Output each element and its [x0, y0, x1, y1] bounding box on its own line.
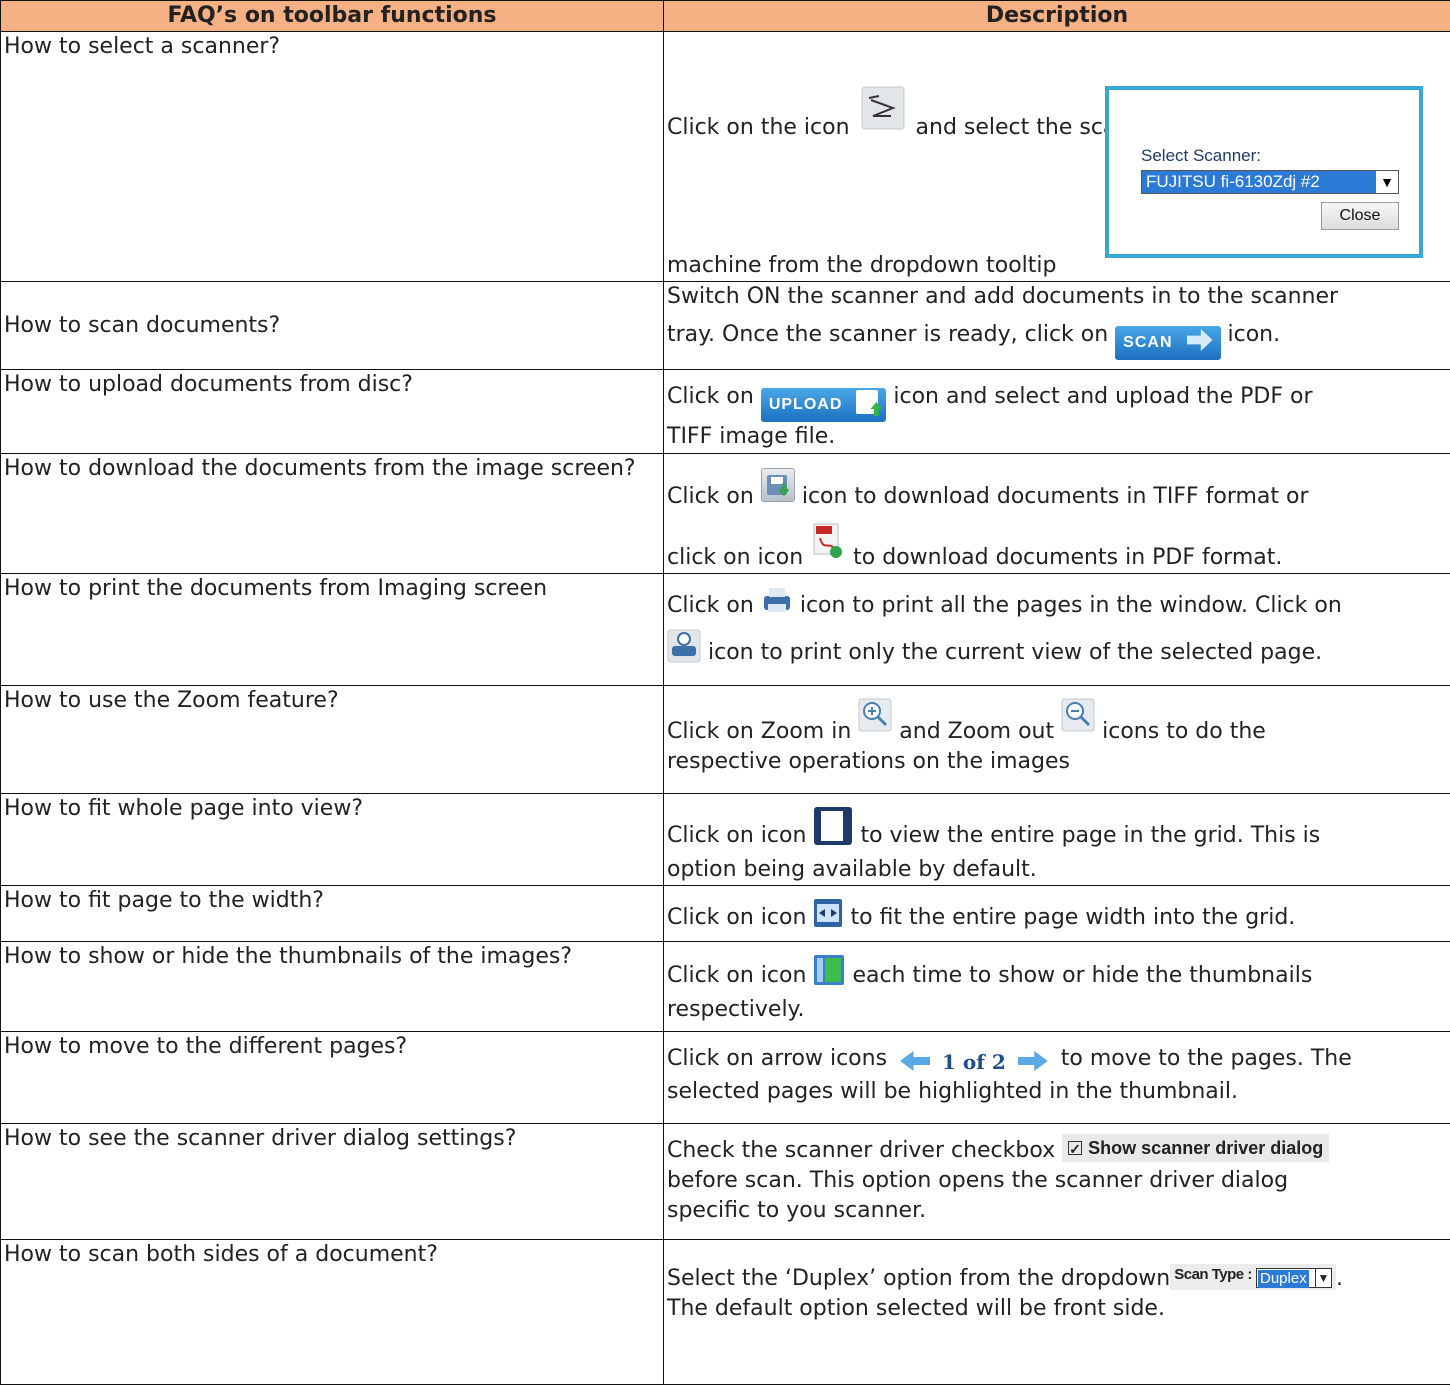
answer: Click on arrow icons 1 of 2 to move to t…: [664, 1032, 1450, 1124]
answer-text: icon and select and upload the PDF or: [893, 384, 1312, 409]
save-tiff-icon[interactable]: [761, 468, 795, 502]
scan-type-dropdown[interactable]: Scan Type : Duplex▼: [1170, 1264, 1336, 1290]
fit-width-icon[interactable]: [813, 898, 843, 937]
answer: Check the scanner driver checkbox Show s…: [664, 1124, 1450, 1240]
answer-text: Check the scanner driver checkbox: [667, 1138, 1055, 1163]
checkbox-icon[interactable]: [1068, 1141, 1082, 1155]
chevron-down-icon[interactable]: ▼: [1376, 171, 1398, 193]
answer-text: respectively.: [667, 995, 1450, 1025]
select-scanner-label: Select Scanner:: [1141, 146, 1261, 166]
table-row: How to show or hide the thumbnails of th…: [1, 942, 1450, 1032]
table-row: How to move to the different pages? Clic…: [1, 1032, 1450, 1124]
answer: Click on UPLOAD icon and select and uplo…: [664, 370, 1450, 454]
scan-button[interactable]: SCAN: [1115, 326, 1220, 360]
chevron-down-icon[interactable]: ▼: [1315, 1269, 1331, 1287]
page-navigator[interactable]: 1 of 2: [900, 1047, 1048, 1077]
answer-text: to view the entire page in the grid. Thi…: [860, 823, 1320, 848]
answer-text: Click on Zoom in: [667, 719, 851, 744]
question: How to see the scanner driver dialog set…: [1, 1124, 664, 1240]
answer-text: Click on: [667, 593, 754, 618]
question: How to download the documents from the i…: [1, 454, 664, 574]
answer-text: each time to show or hide the thumbnails: [852, 963, 1312, 988]
pdf-download-icon[interactable]: [810, 522, 846, 569]
answer-text: to fit the entire page width into the gr…: [850, 905, 1295, 930]
answer-text: tray. Once the scanner is ready, click o…: [667, 322, 1108, 347]
question: How to scan both sides of a document?: [1, 1240, 664, 1385]
answer-text: Select the ‘Duplex’ option from the drop…: [667, 1266, 1170, 1291]
question: How to fit page to the width?: [1, 886, 664, 942]
select-scanner-icon[interactable]: [861, 86, 905, 130]
answer: Click on icon to print all the pages in …: [664, 574, 1450, 686]
question: How to select a scanner?: [1, 32, 664, 282]
table-row: How to see the scanner driver dialog set…: [1, 1124, 1450, 1240]
header-row: FAQ’s on toolbar functions Description: [1, 1, 1450, 32]
question: How to print the documents from Imaging …: [1, 574, 664, 686]
answer-text: .: [1336, 1266, 1343, 1291]
answer-text: to move to the pages. The: [1061, 1046, 1352, 1071]
table-row: How to fit whole page into view? Click o…: [1, 794, 1450, 886]
answer-text: Click on icon: [667, 905, 806, 930]
scanner-select[interactable]: FUJITSU fi-6130Zdj #2▼: [1141, 170, 1399, 194]
answer-text: Click on the icon: [667, 115, 850, 140]
print-icon[interactable]: [761, 586, 793, 625]
header-faq: FAQ’s on toolbar functions: [1, 1, 664, 32]
zoom-in-icon[interactable]: [858, 698, 892, 741]
answer-text: selected pages will be highlighted in th…: [667, 1077, 1450, 1107]
answer-text: to download documents in PDF format.: [853, 545, 1282, 570]
scan-arrow-icon: [1187, 329, 1213, 351]
answer-text: icon.: [1228, 322, 1281, 347]
close-button[interactable]: Close: [1321, 202, 1399, 230]
answer-text: Click on icon: [667, 963, 806, 988]
scanner-driver-checkbox[interactable]: Show scanner driver dialog: [1062, 1134, 1329, 1162]
question: How to use the Zoom feature?: [1, 686, 664, 794]
answer-text: Click on icon: [667, 823, 806, 848]
answer-text: specific to you scanner.: [667, 1196, 1450, 1226]
answer-text: respective operations on the images: [667, 747, 1450, 777]
answer-text: icon to print only the current view of t…: [708, 640, 1322, 665]
answer: Click on icon each time to show or hide …: [664, 942, 1450, 1032]
upload-button[interactable]: UPLOAD: [761, 388, 887, 422]
question: How to move to the different pages?: [1, 1032, 664, 1124]
table-row: How to download the documents from the i…: [1, 454, 1450, 574]
answer-text: click on icon: [667, 545, 803, 570]
answer-text: Click on arrow icons: [667, 1046, 887, 1071]
answer: Select the ‘Duplex’ option from the drop…: [664, 1240, 1450, 1385]
table-row: How to scan documents? Switch ON the sca…: [1, 282, 1450, 370]
print-current-view-icon[interactable]: [667, 629, 701, 672]
previous-page-icon[interactable]: [900, 1051, 930, 1071]
question: How to upload documents from disc?: [1, 370, 664, 454]
answer-text: Switch ON the scanner and add documents …: [667, 282, 1450, 312]
select-scanner-tooltip: Select Scanner: FUJITSU fi-6130Zdj #2▼ C…: [1105, 86, 1423, 258]
next-page-icon[interactable]: [1018, 1051, 1048, 1071]
answer: Switch ON the scanner and add documents …: [664, 282, 1450, 370]
answer-text: Click on: [667, 484, 754, 509]
thumbnails-icon[interactable]: [813, 954, 845, 995]
answer: Click on icon to download documents in T…: [664, 454, 1450, 574]
answer-text: icon to print all the pages in the windo…: [800, 593, 1342, 618]
answer-text: Click on: [667, 384, 754, 409]
answer-text: before scan. This option opens the scann…: [667, 1166, 1450, 1196]
table-row: How to print the documents from Imaging …: [1, 574, 1450, 686]
answer-text: and Zoom out: [899, 719, 1054, 744]
answer-text: option being available by default.: [667, 855, 1450, 885]
fit-page-icon[interactable]: [813, 806, 853, 855]
answer: Click on icon to fit the entire page wid…: [664, 886, 1450, 942]
answer-text: TIFF image file.: [667, 422, 1450, 452]
answer: Click on icon to view the entire page in…: [664, 794, 1450, 886]
answer-text: icons to do the: [1102, 719, 1266, 744]
question: How to fit whole page into view?: [1, 794, 664, 886]
zoom-out-icon[interactable]: [1061, 698, 1095, 741]
upload-file-icon: [856, 390, 878, 414]
table-row: How to use the Zoom feature? Click on Zo…: [1, 686, 1450, 794]
answer-text: The default option selected will be fron…: [667, 1294, 1450, 1324]
question: How to show or hide the thumbnails of th…: [1, 942, 664, 1032]
table-row: How to scan both sides of a document? Se…: [1, 1240, 1450, 1385]
question: How to scan documents?: [1, 282, 664, 370]
table-row: How to fit page to the width? Click on i…: [1, 886, 1450, 942]
answer-text: icon to download documents in TIFF forma…: [802, 484, 1309, 509]
answer: Click on Zoom in and Zoom out icons to d…: [664, 686, 1450, 794]
page-indicator: 1 of 2: [942, 1050, 1006, 1074]
header-description: Description: [664, 1, 1450, 32]
table-row: How to upload documents from disc? Click…: [1, 370, 1450, 454]
